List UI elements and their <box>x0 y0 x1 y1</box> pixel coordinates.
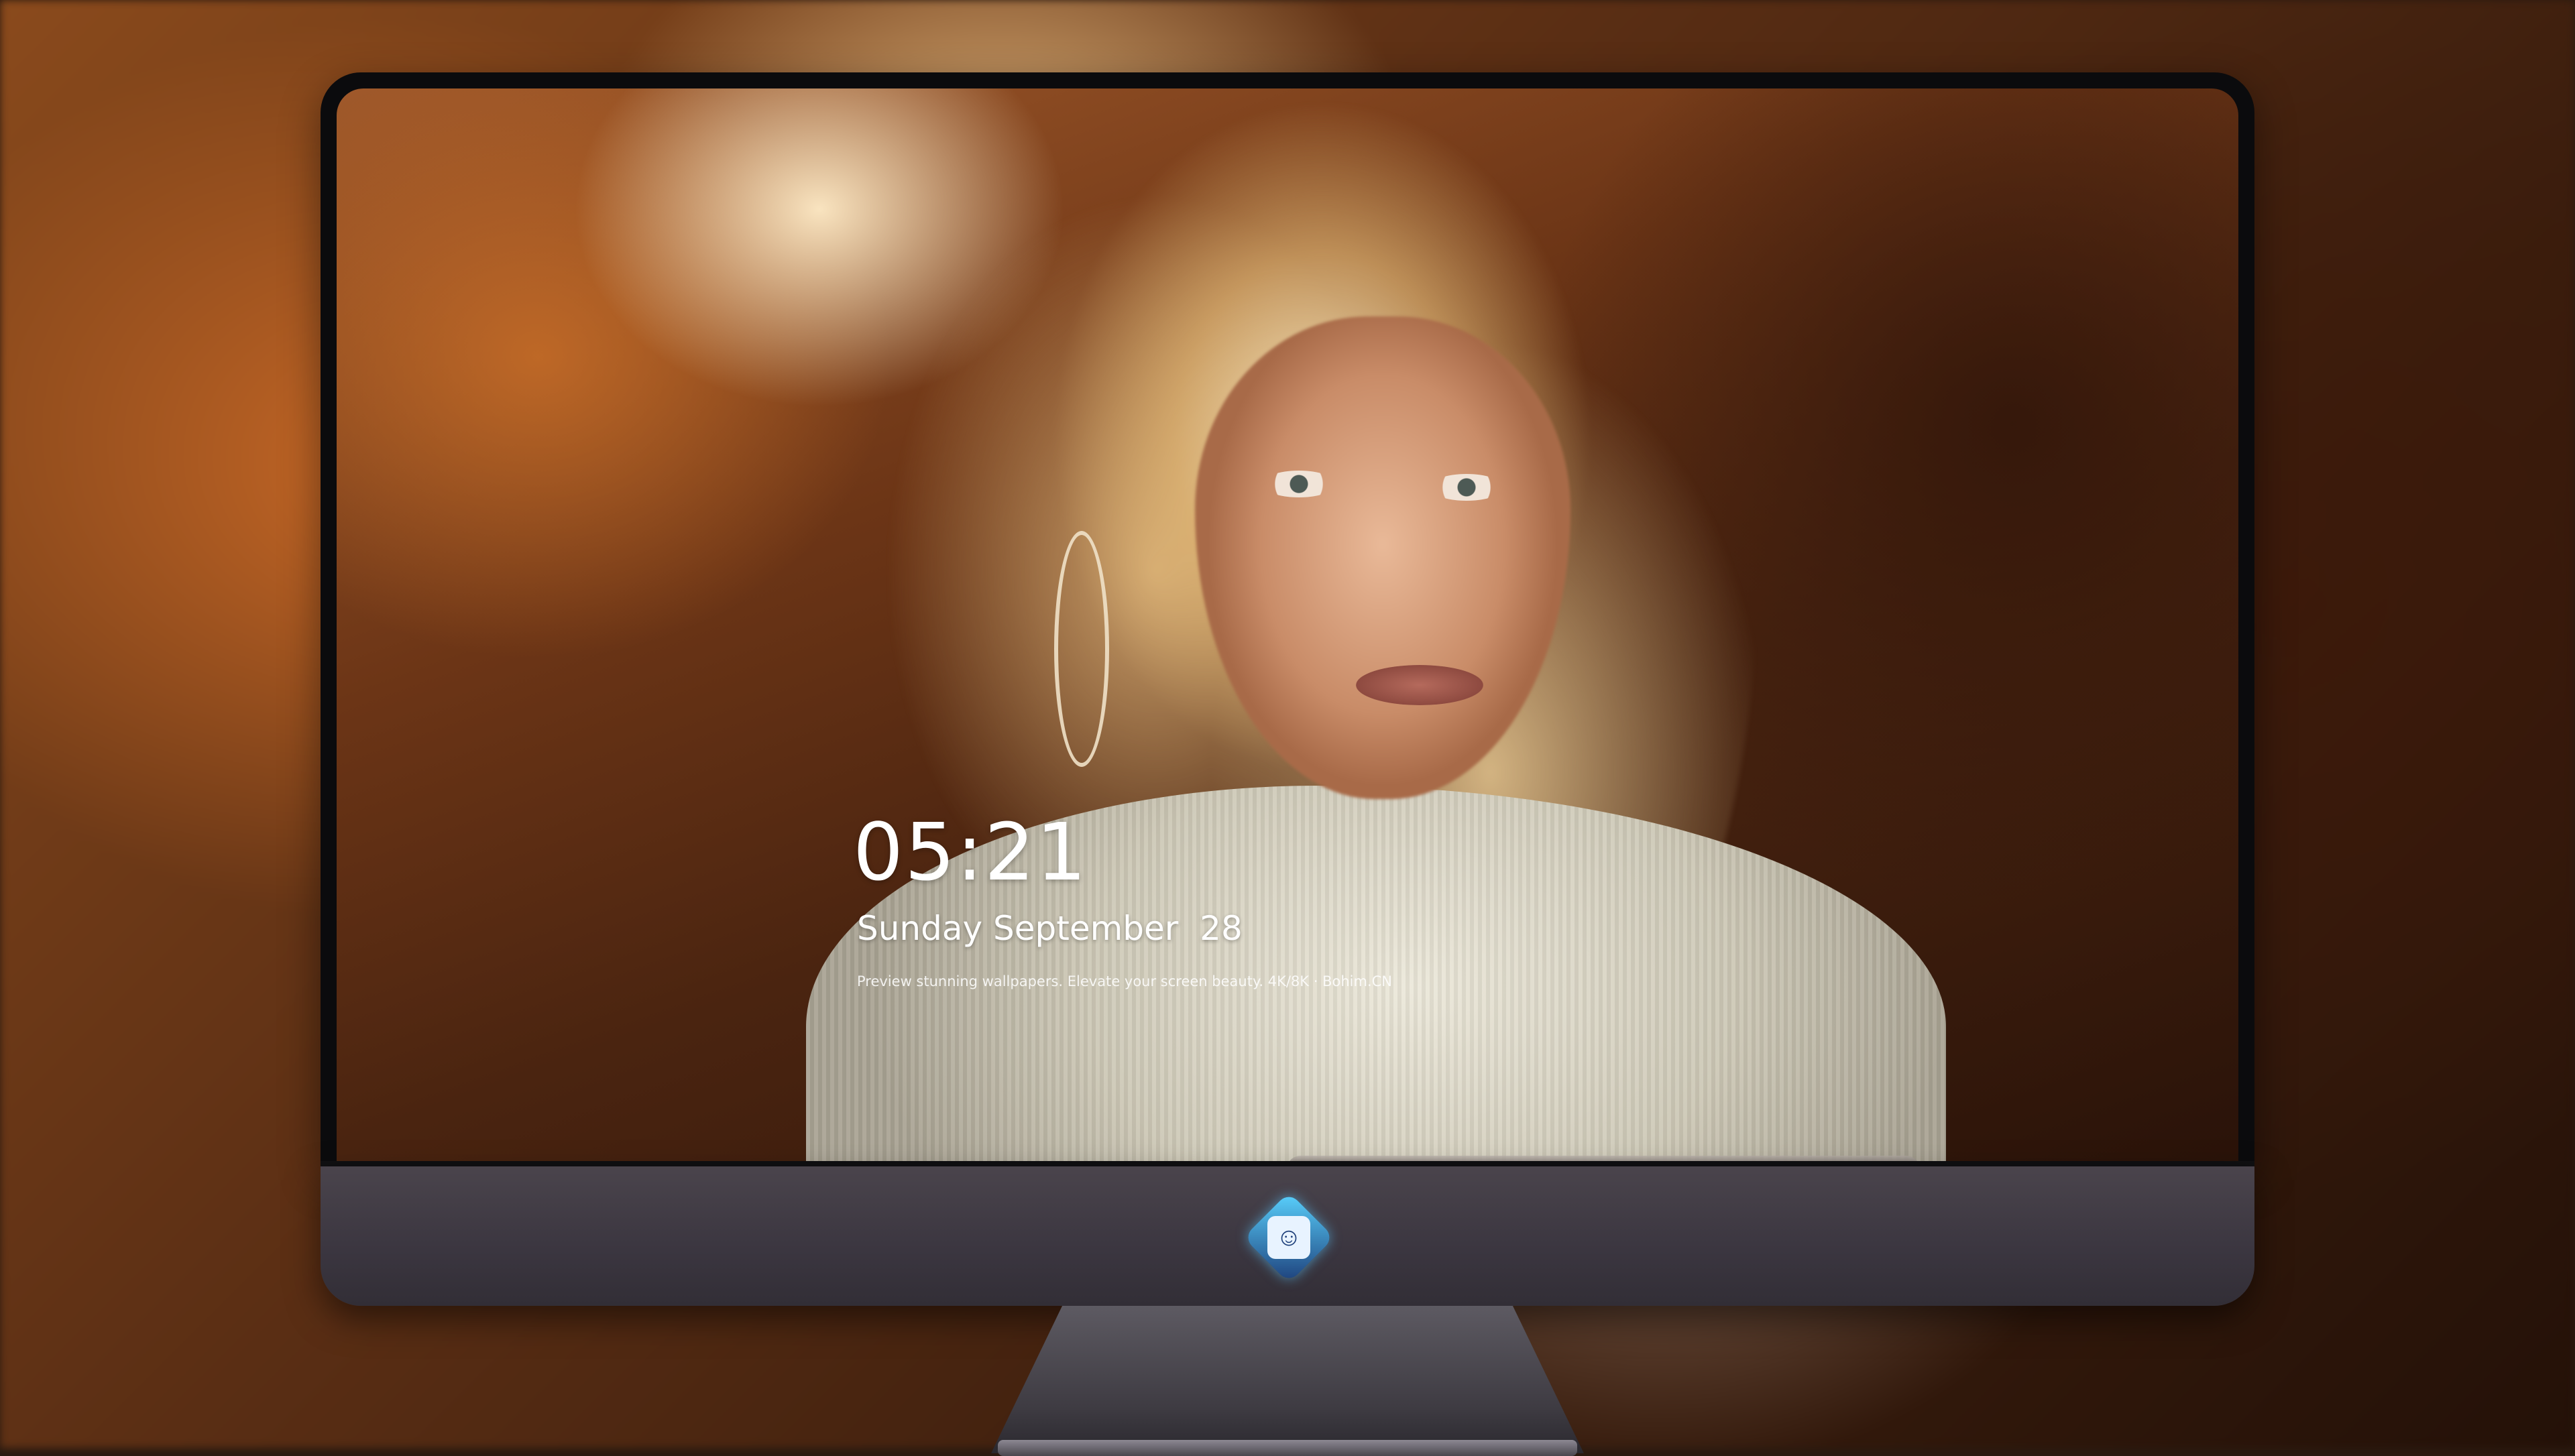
monitor-stand-base <box>998 1440 1577 1456</box>
monitor-stand <box>991 1306 1584 1453</box>
lock-tagline: Preview stunning wallpapers. Elevate you… <box>857 973 1392 989</box>
lock-date: Sunday September 28 <box>857 909 1243 948</box>
wallpaper-lips <box>1356 665 1483 705</box>
imac-monitor: 05:21 Sunday September 28 Preview stunni… <box>321 72 2254 1456</box>
wallpaper-eye-right <box>1430 474 1503 501</box>
lock-screen: 05:21 Sunday September 28 Preview stunni… <box>337 88 2238 1161</box>
mascot-face-icon: ☺ <box>1267 1216 1310 1259</box>
lock-clock: 05:21 <box>853 806 1088 898</box>
wallpaper-eye-left <box>1262 471 1336 497</box>
wallpaper-earring <box>1054 531 1109 767</box>
